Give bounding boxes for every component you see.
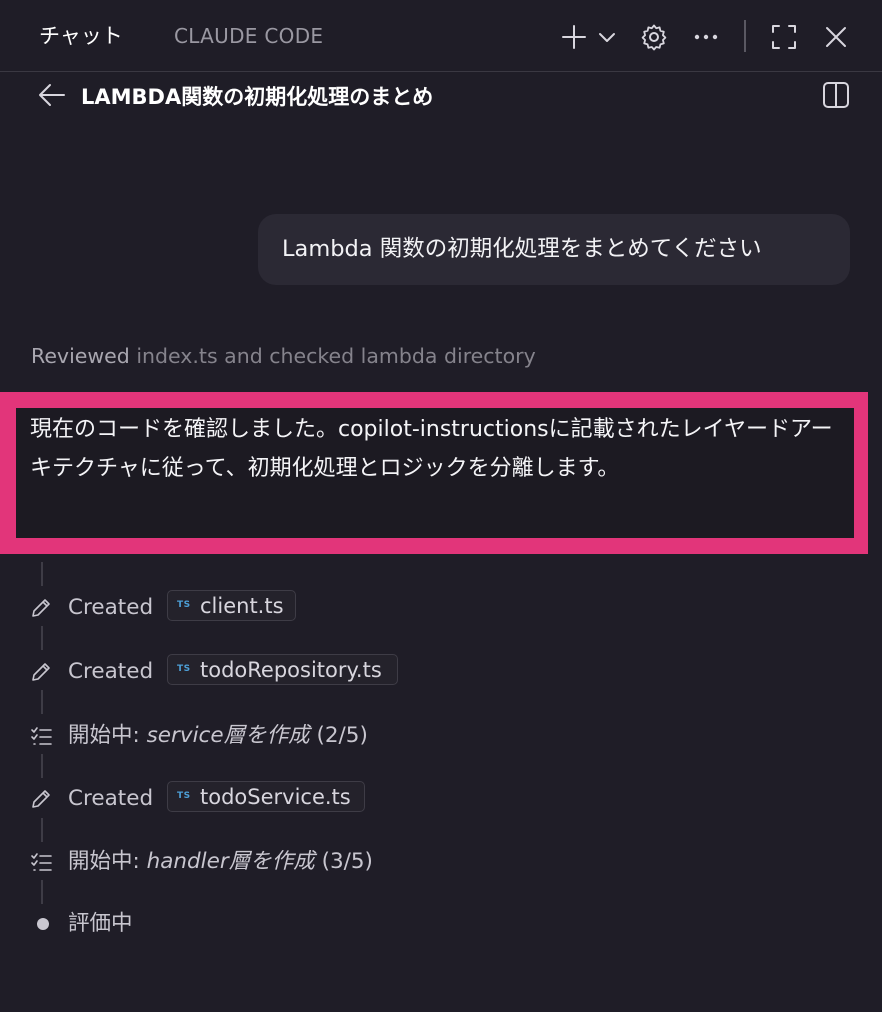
step-label: 開始中: service層を作成 (2/5) xyxy=(68,720,368,752)
checklist-icon xyxy=(30,851,52,873)
file-name: client.ts xyxy=(200,594,284,618)
chevron-down-icon[interactable] xyxy=(598,30,616,44)
step-created-service: Created TS todoService.ts xyxy=(30,781,430,817)
progress-dot-icon xyxy=(37,918,49,930)
typescript-file-icon: TS xyxy=(177,664,191,674)
timeline-connector xyxy=(41,754,43,778)
timeline-connector xyxy=(41,818,43,842)
task-progress: (3/5) xyxy=(321,849,373,874)
assistant-message: 現在のコードを確認しました。copilot-instructionsに記載された… xyxy=(16,408,854,538)
top-bar: チャット CLAUDE CODE xyxy=(0,0,882,72)
back-arrow-icon[interactable] xyxy=(38,83,66,107)
conversation-header: LAMBDA関数の初期化処理のまとめ xyxy=(0,72,882,118)
step-label: 開始中: handler層を作成 (3/5) xyxy=(68,846,373,878)
timeline-connector xyxy=(41,626,43,650)
pencil-icon xyxy=(30,661,52,683)
file-chip[interactable]: TS client.ts xyxy=(167,590,296,621)
step-label: Created xyxy=(68,786,154,811)
tab-claude-code[interactable]: CLAUDE CODE xyxy=(174,22,323,50)
step-label: Created xyxy=(68,595,154,620)
user-message-bubble: Lambda 関数の初期化処理をまとめてください xyxy=(258,214,850,285)
ellipsis-icon[interactable] xyxy=(694,33,718,41)
step-created-client: Created TS client.ts xyxy=(30,590,330,626)
timeline-connector xyxy=(41,562,43,586)
file-name: todoService.ts xyxy=(200,785,351,809)
task-status: 開始中: xyxy=(68,723,140,748)
tab-chat[interactable]: チャット xyxy=(39,22,123,50)
toolbar-divider xyxy=(744,20,746,52)
step-task-service: 開始中: service層を作成 (2/5) xyxy=(30,718,450,754)
highlight-frame: 現在のコードを確認しました。copilot-instructionsに記載された… xyxy=(0,392,868,554)
close-icon[interactable] xyxy=(824,25,848,49)
reviewed-prefix: Reviewed xyxy=(31,344,130,368)
typescript-file-icon: TS xyxy=(177,600,191,610)
plus-icon[interactable] xyxy=(561,24,587,50)
assistant-message-text: 現在のコードを確認しました。copilot-instructionsに記載された… xyxy=(30,417,833,481)
reviewed-summary[interactable]: Reviewed index.ts and checked lambda dir… xyxy=(31,341,536,371)
gear-icon[interactable] xyxy=(640,23,668,51)
task-name: handler層を作成 xyxy=(146,849,315,874)
file-name: todoRepository.ts xyxy=(200,658,382,682)
step-label: 評価中 xyxy=(68,911,133,936)
checklist-icon xyxy=(30,725,52,747)
reviewed-detail: index.ts and checked lambda directory xyxy=(136,344,536,368)
task-progress: (2/5) xyxy=(316,723,368,748)
fullscreen-icon[interactable] xyxy=(771,24,797,50)
task-name: service層を作成 xyxy=(146,723,310,748)
page-title: LAMBDA関数の初期化処理のまとめ xyxy=(81,85,434,109)
typescript-file-icon: TS xyxy=(177,791,191,801)
task-status: 開始中: xyxy=(68,849,140,874)
step-created-repository: Created TS todoRepository.ts xyxy=(30,654,430,690)
step-task-handler: 開始中: handler層を作成 (3/5) xyxy=(30,844,450,880)
step-status-evaluating: 評価中 xyxy=(30,906,230,942)
file-chip[interactable]: TS todoService.ts xyxy=(167,781,365,812)
pencil-icon xyxy=(30,788,52,810)
step-label: Created xyxy=(68,659,154,684)
file-chip[interactable]: TS todoRepository.ts xyxy=(167,654,398,685)
user-message-text: Lambda 関数の初期化処理をまとめてください xyxy=(282,236,762,262)
pencil-icon xyxy=(30,597,52,619)
timeline-connector xyxy=(41,880,43,904)
timeline-connector xyxy=(41,690,43,714)
split-panel-icon[interactable] xyxy=(822,81,850,109)
